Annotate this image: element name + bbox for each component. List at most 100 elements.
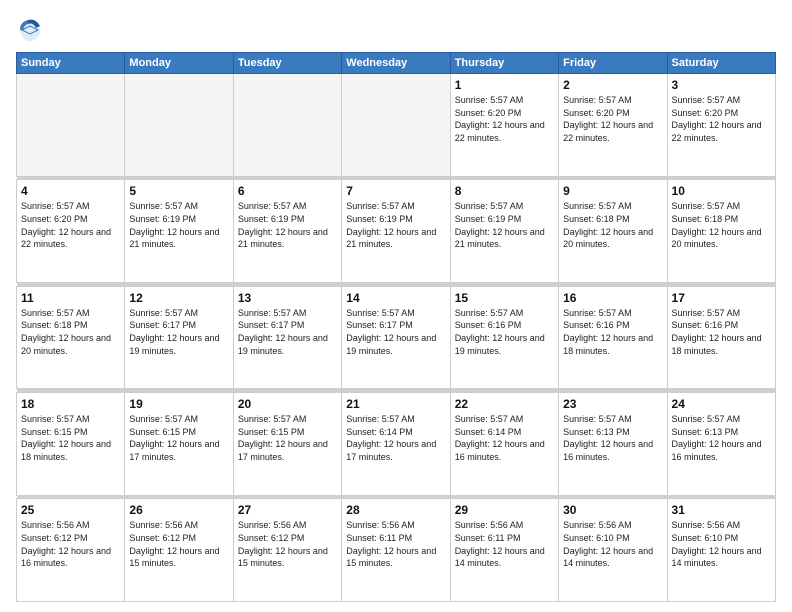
- day-info: Sunrise: 5:57 AM Sunset: 6:13 PM Dayligh…: [672, 413, 771, 463]
- day-number: 11: [21, 290, 120, 306]
- calendar-cell: 14Sunrise: 5:57 AM Sunset: 6:17 PM Dayli…: [342, 286, 450, 389]
- calendar-cell: 15Sunrise: 5:57 AM Sunset: 6:16 PM Dayli…: [450, 286, 558, 389]
- day-info: Sunrise: 5:57 AM Sunset: 6:18 PM Dayligh…: [21, 307, 120, 357]
- day-number: 27: [238, 502, 337, 518]
- day-number: 15: [455, 290, 554, 306]
- calendar-cell: 23Sunrise: 5:57 AM Sunset: 6:13 PM Dayli…: [559, 392, 667, 495]
- day-number: 23: [563, 396, 662, 412]
- day-number: 12: [129, 290, 228, 306]
- day-number: 8: [455, 183, 554, 199]
- calendar-cell: [125, 74, 233, 177]
- day-info: Sunrise: 5:57 AM Sunset: 6:19 PM Dayligh…: [455, 200, 554, 250]
- day-number: 31: [672, 502, 771, 518]
- day-info: Sunrise: 5:56 AM Sunset: 6:11 PM Dayligh…: [346, 519, 445, 569]
- day-number: 6: [238, 183, 337, 199]
- day-header-wednesday: Wednesday: [342, 53, 450, 74]
- calendar-cell: 25Sunrise: 5:56 AM Sunset: 6:12 PM Dayli…: [17, 499, 125, 602]
- calendar-cell: 22Sunrise: 5:57 AM Sunset: 6:14 PM Dayli…: [450, 392, 558, 495]
- calendar-header-row: SundayMondayTuesdayWednesdayThursdayFrid…: [17, 53, 776, 74]
- day-info: Sunrise: 5:57 AM Sunset: 6:18 PM Dayligh…: [672, 200, 771, 250]
- day-number: 2: [563, 77, 662, 93]
- calendar-week-row: 4Sunrise: 5:57 AM Sunset: 6:20 PM Daylig…: [17, 180, 776, 283]
- day-info: Sunrise: 5:57 AM Sunset: 6:14 PM Dayligh…: [455, 413, 554, 463]
- logo: [16, 16, 46, 44]
- day-number: 10: [672, 183, 771, 199]
- calendar-cell: 20Sunrise: 5:57 AM Sunset: 6:15 PM Dayli…: [233, 392, 341, 495]
- day-info: Sunrise: 5:57 AM Sunset: 6:20 PM Dayligh…: [455, 94, 554, 144]
- day-number: 5: [129, 183, 228, 199]
- calendar-cell: 28Sunrise: 5:56 AM Sunset: 6:11 PM Dayli…: [342, 499, 450, 602]
- header: [16, 16, 776, 44]
- calendar-cell: 9Sunrise: 5:57 AM Sunset: 6:18 PM Daylig…: [559, 180, 667, 283]
- day-number: 14: [346, 290, 445, 306]
- day-info: Sunrise: 5:57 AM Sunset: 6:20 PM Dayligh…: [563, 94, 662, 144]
- day-info: Sunrise: 5:56 AM Sunset: 6:12 PM Dayligh…: [129, 519, 228, 569]
- day-info: Sunrise: 5:57 AM Sunset: 6:15 PM Dayligh…: [129, 413, 228, 463]
- calendar-cell: 11Sunrise: 5:57 AM Sunset: 6:18 PM Dayli…: [17, 286, 125, 389]
- day-info: Sunrise: 5:56 AM Sunset: 6:11 PM Dayligh…: [455, 519, 554, 569]
- day-number: 20: [238, 396, 337, 412]
- day-info: Sunrise: 5:57 AM Sunset: 6:19 PM Dayligh…: [238, 200, 337, 250]
- calendar-cell: 4Sunrise: 5:57 AM Sunset: 6:20 PM Daylig…: [17, 180, 125, 283]
- calendar-week-row: 11Sunrise: 5:57 AM Sunset: 6:18 PM Dayli…: [17, 286, 776, 389]
- calendar-cell: 2Sunrise: 5:57 AM Sunset: 6:20 PM Daylig…: [559, 74, 667, 177]
- day-header-saturday: Saturday: [667, 53, 775, 74]
- day-number: 24: [672, 396, 771, 412]
- day-number: 9: [563, 183, 662, 199]
- day-info: Sunrise: 5:57 AM Sunset: 6:15 PM Dayligh…: [21, 413, 120, 463]
- calendar-cell: 5Sunrise: 5:57 AM Sunset: 6:19 PM Daylig…: [125, 180, 233, 283]
- day-info: Sunrise: 5:57 AM Sunset: 6:15 PM Dayligh…: [238, 413, 337, 463]
- day-info: Sunrise: 5:57 AM Sunset: 6:17 PM Dayligh…: [238, 307, 337, 357]
- day-number: 4: [21, 183, 120, 199]
- day-number: 13: [238, 290, 337, 306]
- calendar-cell: 3Sunrise: 5:57 AM Sunset: 6:20 PM Daylig…: [667, 74, 775, 177]
- calendar-cell: [233, 74, 341, 177]
- day-info: Sunrise: 5:56 AM Sunset: 6:10 PM Dayligh…: [672, 519, 771, 569]
- day-info: Sunrise: 5:56 AM Sunset: 6:12 PM Dayligh…: [21, 519, 120, 569]
- calendar-cell: 24Sunrise: 5:57 AM Sunset: 6:13 PM Dayli…: [667, 392, 775, 495]
- day-number: 25: [21, 502, 120, 518]
- day-number: 28: [346, 502, 445, 518]
- calendar-week-row: 1Sunrise: 5:57 AM Sunset: 6:20 PM Daylig…: [17, 74, 776, 177]
- day-info: Sunrise: 5:57 AM Sunset: 6:16 PM Dayligh…: [455, 307, 554, 357]
- calendar-page: SundayMondayTuesdayWednesdayThursdayFrid…: [0, 0, 792, 612]
- calendar-cell: 1Sunrise: 5:57 AM Sunset: 6:20 PM Daylig…: [450, 74, 558, 177]
- calendar-cell: 6Sunrise: 5:57 AM Sunset: 6:19 PM Daylig…: [233, 180, 341, 283]
- calendar-cell: 16Sunrise: 5:57 AM Sunset: 6:16 PM Dayli…: [559, 286, 667, 389]
- calendar-cell: 10Sunrise: 5:57 AM Sunset: 6:18 PM Dayli…: [667, 180, 775, 283]
- calendar-cell: 21Sunrise: 5:57 AM Sunset: 6:14 PM Dayli…: [342, 392, 450, 495]
- calendar-cell: 26Sunrise: 5:56 AM Sunset: 6:12 PM Dayli…: [125, 499, 233, 602]
- day-number: 30: [563, 502, 662, 518]
- day-info: Sunrise: 5:57 AM Sunset: 6:16 PM Dayligh…: [563, 307, 662, 357]
- day-number: 1: [455, 77, 554, 93]
- day-header-friday: Friday: [559, 53, 667, 74]
- calendar-cell: 19Sunrise: 5:57 AM Sunset: 6:15 PM Dayli…: [125, 392, 233, 495]
- calendar-cell: 13Sunrise: 5:57 AM Sunset: 6:17 PM Dayli…: [233, 286, 341, 389]
- day-header-monday: Monday: [125, 53, 233, 74]
- day-number: 26: [129, 502, 228, 518]
- calendar-cell: 27Sunrise: 5:56 AM Sunset: 6:12 PM Dayli…: [233, 499, 341, 602]
- day-number: 21: [346, 396, 445, 412]
- day-info: Sunrise: 5:57 AM Sunset: 6:19 PM Dayligh…: [346, 200, 445, 250]
- day-number: 3: [672, 77, 771, 93]
- calendar-cell: 30Sunrise: 5:56 AM Sunset: 6:10 PM Dayli…: [559, 499, 667, 602]
- day-info: Sunrise: 5:57 AM Sunset: 6:17 PM Dayligh…: [129, 307, 228, 357]
- calendar-cell: 18Sunrise: 5:57 AM Sunset: 6:15 PM Dayli…: [17, 392, 125, 495]
- calendar-cell: 7Sunrise: 5:57 AM Sunset: 6:19 PM Daylig…: [342, 180, 450, 283]
- calendar-cell: 8Sunrise: 5:57 AM Sunset: 6:19 PM Daylig…: [450, 180, 558, 283]
- logo-icon: [16, 16, 44, 44]
- day-info: Sunrise: 5:57 AM Sunset: 6:18 PM Dayligh…: [563, 200, 662, 250]
- day-info: Sunrise: 5:56 AM Sunset: 6:10 PM Dayligh…: [563, 519, 662, 569]
- calendar-cell: 29Sunrise: 5:56 AM Sunset: 6:11 PM Dayli…: [450, 499, 558, 602]
- day-info: Sunrise: 5:57 AM Sunset: 6:20 PM Dayligh…: [21, 200, 120, 250]
- day-header-sunday: Sunday: [17, 53, 125, 74]
- day-number: 29: [455, 502, 554, 518]
- day-number: 18: [21, 396, 120, 412]
- calendar-week-row: 18Sunrise: 5:57 AM Sunset: 6:15 PM Dayli…: [17, 392, 776, 495]
- day-info: Sunrise: 5:56 AM Sunset: 6:12 PM Dayligh…: [238, 519, 337, 569]
- day-number: 17: [672, 290, 771, 306]
- day-number: 22: [455, 396, 554, 412]
- day-info: Sunrise: 5:57 AM Sunset: 6:17 PM Dayligh…: [346, 307, 445, 357]
- day-number: 16: [563, 290, 662, 306]
- calendar-cell: [17, 74, 125, 177]
